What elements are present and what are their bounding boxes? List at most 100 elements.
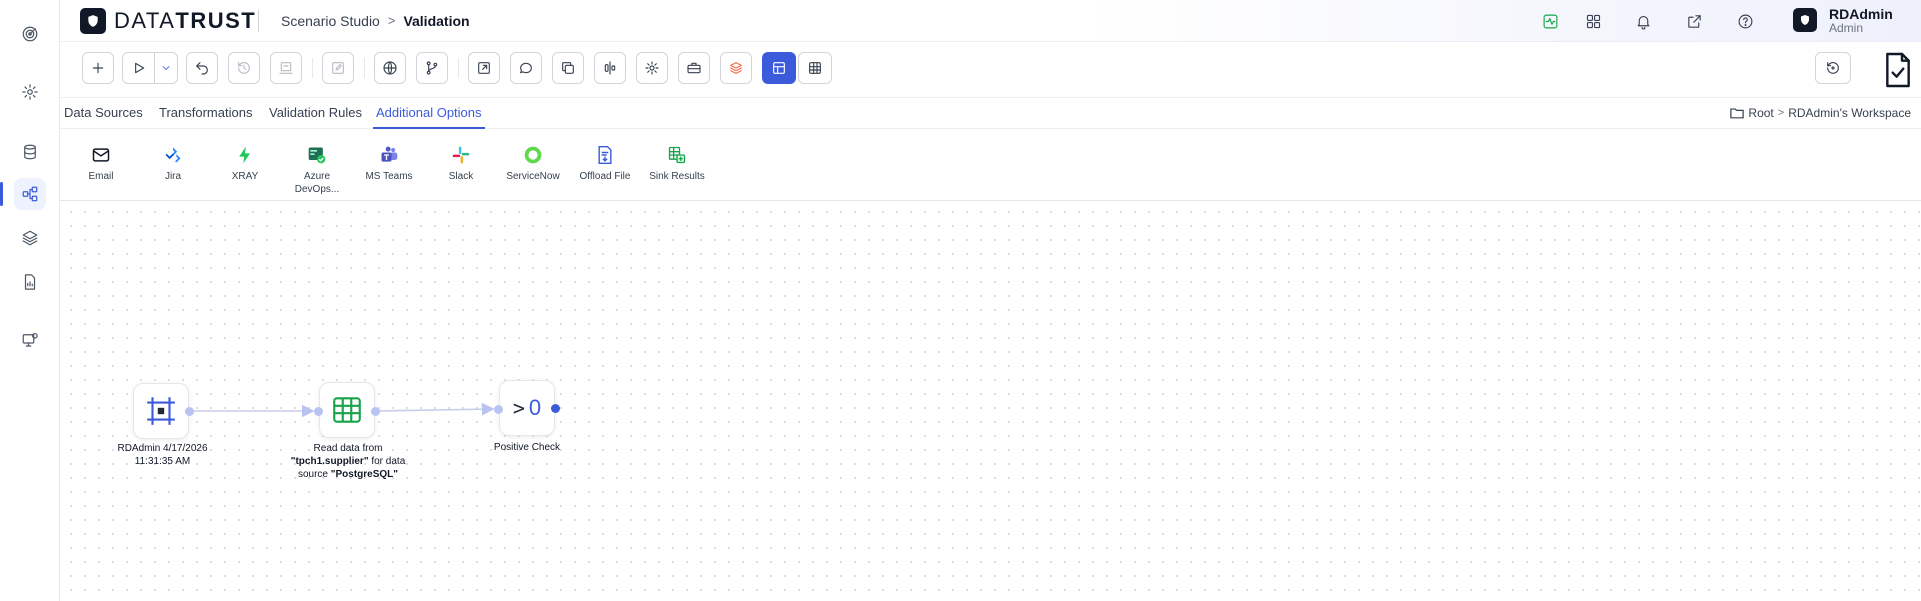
tab-transformations[interactable]: Transformations bbox=[159, 105, 252, 121]
document-check-icon bbox=[1886, 52, 1910, 88]
palette-item-jira[interactable]: Jira bbox=[141, 144, 205, 183]
positive-check-node[interactable]: >0 bbox=[499, 380, 555, 436]
monitor-icon[interactable] bbox=[14, 324, 46, 356]
sink-results-icon bbox=[666, 144, 688, 166]
comment-button[interactable] bbox=[510, 52, 542, 84]
check-symbol: > bbox=[512, 396, 525, 420]
validate-document-button[interactable] bbox=[1878, 48, 1918, 92]
toolbar-divider bbox=[312, 58, 313, 78]
read-label-prefix: Read data from bbox=[313, 443, 383, 454]
palette-label: ServiceNow bbox=[506, 171, 560, 182]
palette-item-email[interactable]: Email bbox=[69, 144, 133, 183]
edit-button[interactable] bbox=[322, 52, 354, 84]
globe-button[interactable] bbox=[374, 52, 406, 84]
avatar[interactable] bbox=[1793, 8, 1817, 32]
start-node[interactable] bbox=[133, 383, 189, 439]
palette-item-xray[interactable]: XRAY bbox=[213, 144, 277, 183]
palette-item-slack[interactable]: Slack bbox=[429, 144, 493, 183]
edge-read-to-check bbox=[377, 402, 495, 416]
left-rail bbox=[0, 0, 60, 601]
breadcrumb-parent[interactable]: Scenario Studio bbox=[281, 13, 380, 29]
globe-icon bbox=[383, 61, 397, 75]
flow-canvas[interactable]: RDAdmin 4/17/2026 11:31:35 AM Read data … bbox=[60, 201, 1921, 601]
play-icon bbox=[134, 62, 144, 74]
workspace-root[interactable]: Root bbox=[1748, 106, 1773, 120]
target-icon[interactable] bbox=[14, 18, 46, 50]
git-branch-icon bbox=[426, 61, 438, 75]
align-button[interactable] bbox=[594, 52, 626, 84]
palette-item-azure-devops[interactable]: Azure DevOps... bbox=[285, 144, 349, 196]
bell-icon[interactable] bbox=[1633, 11, 1653, 31]
palette-item-sink-results[interactable]: Sink Results bbox=[645, 144, 709, 183]
start-node-output-handle[interactable] bbox=[185, 407, 194, 416]
plus-icon bbox=[92, 62, 104, 74]
run-button[interactable] bbox=[123, 53, 154, 83]
workspace-name[interactable]: RDAdmin's Workspace bbox=[1788, 106, 1911, 120]
tab-validation-rules[interactable]: Validation Rules bbox=[269, 105, 362, 121]
help-icon[interactable] bbox=[1735, 11, 1755, 31]
toolbox-button[interactable] bbox=[678, 52, 710, 84]
revision-history-button[interactable] bbox=[1815, 52, 1851, 84]
layers-icon[interactable] bbox=[14, 222, 46, 254]
toolbar bbox=[60, 42, 1921, 98]
table-icon bbox=[333, 397, 361, 423]
read-node-output-handle[interactable] bbox=[371, 407, 380, 416]
check-node-input-handle[interactable] bbox=[494, 405, 503, 414]
database-icon[interactable] bbox=[14, 136, 46, 168]
canvas-view-button[interactable] bbox=[762, 52, 796, 84]
activity-icon[interactable] bbox=[1540, 11, 1560, 31]
read-node-label: Read data from "tpch1.supplier" for data… bbox=[289, 442, 407, 481]
comment-icon bbox=[520, 62, 532, 74]
palette-label: Azure DevOps... bbox=[294, 171, 340, 195]
breadcrumb-current: Validation bbox=[403, 13, 470, 29]
user-name[interactable]: RDAdmin bbox=[1829, 7, 1893, 22]
stack-button[interactable] bbox=[720, 52, 752, 84]
xray-icon bbox=[234, 144, 256, 166]
check-node-output-handle[interactable] bbox=[551, 404, 560, 413]
layout-icon bbox=[773, 62, 785, 74]
user-role: Admin bbox=[1829, 21, 1864, 35]
table-icon bbox=[809, 62, 821, 74]
breadcrumb-separator: > bbox=[387, 13, 396, 28]
jira-icon bbox=[162, 144, 184, 166]
grid-icon[interactable] bbox=[1583, 11, 1603, 31]
read-node[interactable] bbox=[319, 382, 375, 438]
settings-icon[interactable] bbox=[14, 76, 46, 108]
flow-icon[interactable] bbox=[0, 178, 46, 210]
breadcrumb: Scenario Studio > Validation bbox=[281, 13, 470, 29]
read-node-input-handle[interactable] bbox=[314, 407, 323, 416]
palette-item-servicenow[interactable]: ServiceNow bbox=[501, 144, 565, 183]
greater-than-zero-icon: >0 bbox=[513, 395, 541, 421]
palette-item-ms-teams[interactable]: MS Teams bbox=[357, 144, 421, 183]
read-label-source: "PostgreSQL" bbox=[330, 469, 399, 480]
palette-item-offload-file[interactable]: Offload File bbox=[573, 144, 637, 183]
clock-rotate-icon bbox=[1827, 62, 1839, 74]
workspace-separator: > bbox=[1777, 107, 1785, 119]
history-button[interactable] bbox=[228, 52, 260, 84]
open-external-button[interactable] bbox=[468, 52, 500, 84]
workspace-path: Root > RDAdmin's Workspace bbox=[1730, 106, 1911, 120]
read-label-table: "tpch1.supplier" bbox=[290, 456, 369, 467]
add-button[interactable] bbox=[82, 52, 114, 84]
undo-icon bbox=[196, 62, 208, 75]
palette-label: Sink Results bbox=[649, 171, 705, 182]
shield-logo-icon bbox=[80, 8, 106, 34]
tab-additional-options[interactable]: Additional Options bbox=[373, 105, 485, 129]
run-options-button[interactable] bbox=[154, 53, 177, 83]
node-settings-button[interactable] bbox=[636, 52, 668, 84]
email-icon bbox=[90, 144, 112, 166]
branch-button[interactable] bbox=[416, 52, 448, 84]
align-icon bbox=[604, 61, 616, 75]
tab-data-sources[interactable]: Data Sources bbox=[64, 105, 143, 121]
export-button[interactable] bbox=[270, 52, 302, 84]
export-icon bbox=[279, 62, 293, 74]
copy-button[interactable] bbox=[552, 52, 584, 84]
slack-icon bbox=[450, 144, 472, 166]
table-view-button[interactable] bbox=[798, 52, 832, 84]
report-icon[interactable] bbox=[14, 266, 46, 298]
history-icon bbox=[238, 62, 250, 74]
undo-button[interactable] bbox=[186, 52, 218, 84]
toolbar-divider bbox=[458, 58, 459, 78]
external-link-icon[interactable] bbox=[1684, 11, 1704, 31]
toolbar-divider bbox=[364, 58, 365, 78]
